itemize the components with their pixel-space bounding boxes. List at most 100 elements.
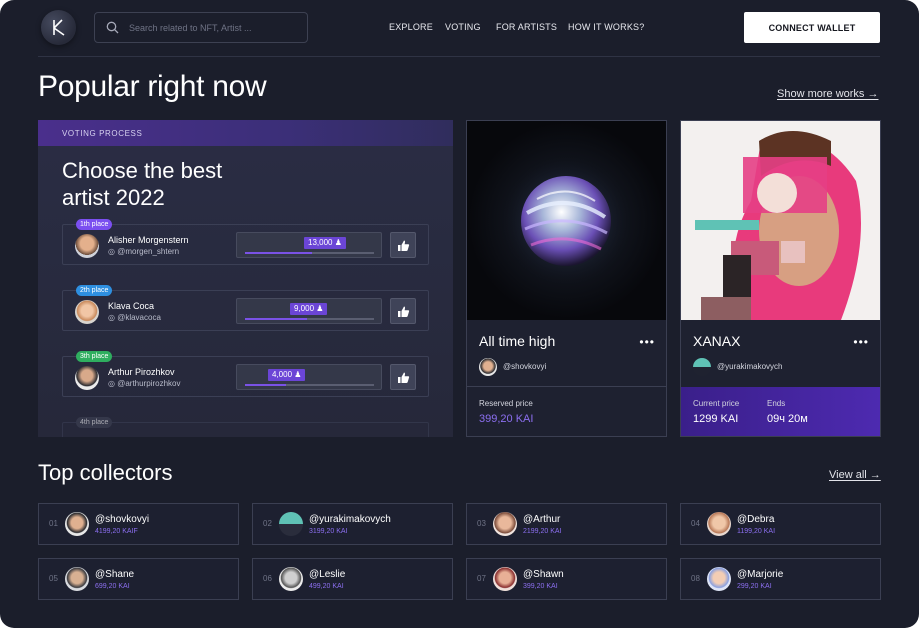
connect-wallet-button[interactable]: CONNECT WALLET	[744, 12, 880, 43]
collector-item[interactable]: 03 @Arthur 2199,20 KAI	[466, 503, 667, 545]
avatar	[693, 358, 711, 376]
auction-panel	[681, 387, 880, 436]
vote-progress: 13,000 ♟	[236, 232, 382, 258]
vote-progress-fill	[245, 384, 287, 386]
collector-rank: 07	[477, 574, 486, 583]
vote-progress-fill	[245, 318, 307, 320]
voting-title-line1: Choose the best	[62, 158, 223, 183]
vote-count-badge: 4,000 ♟	[268, 369, 306, 381]
collector-name: @Shane	[95, 569, 135, 580]
voting-process-label: VOTING PROCESS	[38, 120, 453, 146]
voting-title: Choose the best artist 2022	[62, 157, 282, 211]
place-badge: 3th place	[76, 351, 113, 362]
price-value: 1299 KAI	[693, 413, 739, 425]
collector-amount: 299,20 KAI	[737, 583, 772, 590]
like-button[interactable]	[390, 364, 416, 390]
artist-handle: ◎ @klavacoca	[108, 313, 161, 322]
vote-row: 2th place Klava Coca ◎ @klavacoca 9,000 …	[62, 285, 429, 331]
collector-amount: 1199,20 KAI	[737, 528, 776, 535]
place-badge: 2th place	[76, 285, 113, 296]
search-box[interactable]	[94, 12, 308, 43]
collector-name: @Marjorie	[737, 569, 784, 580]
collector-rank: 02	[263, 519, 272, 528]
collector-item[interactable]: 06 @Leslie 499,20 KAI	[252, 558, 453, 600]
card-divider	[467, 386, 666, 387]
collector-rank: 03	[477, 519, 486, 528]
nft-artwork	[681, 121, 880, 320]
collector-rank: 06	[263, 574, 272, 583]
avatar	[65, 567, 89, 591]
collector-rank: 08	[691, 574, 700, 583]
card-title: All time high	[479, 333, 556, 349]
more-options-icon[interactable]: •••	[639, 335, 655, 349]
collector-rank: 04	[691, 519, 700, 528]
avatar	[707, 512, 731, 536]
vote-count-badge: 13,000 ♟	[304, 237, 346, 249]
collector-amount: 4199,20 KAIF	[95, 528, 138, 535]
vote-row: 3th place Arthur Pirozhkov ◎ @arthurpiro…	[62, 351, 429, 397]
section-title-collectors: Top collectors	[38, 460, 173, 485]
collector-name: @Debra	[737, 514, 775, 525]
avatar	[493, 567, 517, 591]
artist-name: Arthur Pirozhkov	[108, 367, 175, 377]
card-handle: @shovkovyi	[503, 362, 547, 371]
collector-item[interactable]: 08 @Marjorie 299,20 KAI	[680, 558, 881, 600]
card-handle: @yurakimakovych	[717, 362, 783, 371]
voting-title-line2: artist 2022	[62, 185, 165, 210]
avatar	[75, 234, 99, 258]
more-options-icon[interactable]: •••	[853, 335, 869, 349]
avatar	[75, 300, 99, 324]
avatar	[75, 366, 99, 390]
thumbs-up-icon	[398, 240, 410, 251]
collector-amount: 699,20 KAI	[95, 583, 130, 590]
place-badge: 4th place	[76, 417, 113, 428]
collector-item[interactable]: 07 @Shawn 399,20 KAI	[466, 558, 667, 600]
like-button[interactable]	[390, 232, 416, 258]
artist-handle: ◎ @morgen_shtern	[108, 247, 180, 256]
nav-explore[interactable]: EXPLORE	[389, 22, 433, 32]
avatar	[707, 567, 731, 591]
vote-progress: 9,000 ♟	[236, 298, 382, 324]
place-badge: 1th place	[76, 219, 113, 230]
vote-row: 4th place	[62, 417, 429, 437]
nav-for-artists[interactable]: FOR ARTISTS	[496, 22, 557, 32]
avatar	[279, 512, 303, 536]
nav-how-it-works[interactable]: HOW IT WORKS?	[568, 22, 644, 32]
collector-amount: 399,20 KAI	[523, 583, 558, 590]
collector-item[interactable]: 04 @Debra 1199,20 KAI	[680, 503, 881, 545]
nft-card[interactable]: All time high ••• @shovkovyi Reserved pr…	[466, 120, 667, 437]
collector-item[interactable]: 01 @shovkovyi 4199,20 KAIF	[38, 503, 239, 545]
price-label: Current price	[693, 399, 740, 408]
nav-voting[interactable]: VOTING	[445, 22, 481, 32]
like-button[interactable]	[390, 298, 416, 324]
show-more-works-link[interactable]: Show more works →	[777, 88, 878, 100]
app-frame: EXPLORE VOTING FOR ARTISTS HOW IT WORKS?…	[0, 0, 919, 628]
sphere-artwork	[496, 151, 636, 291]
page-title: Popular right now	[38, 70, 267, 103]
header-divider	[38, 56, 880, 57]
price-label: Reserved price	[479, 399, 533, 408]
vote-row: 1th place Alisher Morgenstern ◎ @morgen_…	[62, 219, 429, 265]
collector-name: @yurakimakovych	[309, 514, 391, 525]
logo[interactable]	[41, 10, 76, 45]
nft-card[interactable]: XANAX ••• @yurakimakovych Current price …	[680, 120, 881, 437]
collector-name: @shovkovyi	[95, 514, 150, 525]
voting-card: VOTING PROCESS Choose the best artist 20…	[38, 120, 453, 437]
vote-progress-fill	[245, 252, 313, 254]
vote-progress: 4,000 ♟	[236, 364, 382, 390]
card-title: XANAX	[693, 333, 741, 349]
search-input[interactable]	[129, 13, 301, 42]
avatar	[479, 358, 497, 376]
portrait-artwork	[681, 121, 880, 320]
avatar	[493, 512, 517, 536]
view-all-link[interactable]: View all →	[829, 469, 881, 481]
thumbs-up-icon	[398, 306, 410, 317]
collector-item[interactable]: 05 @Shane 699,20 KAI	[38, 558, 239, 600]
ends-label: Ends	[767, 399, 786, 408]
collector-rank: 01	[49, 519, 58, 528]
collector-item[interactable]: 02 @yurakimakovych 3199,20 KAI	[252, 503, 453, 545]
collector-amount: 2199,20 KAI	[523, 528, 562, 535]
ends-value: 09ч 20м	[767, 413, 808, 425]
avatar	[279, 567, 303, 591]
collector-name: @Arthur	[523, 514, 561, 525]
